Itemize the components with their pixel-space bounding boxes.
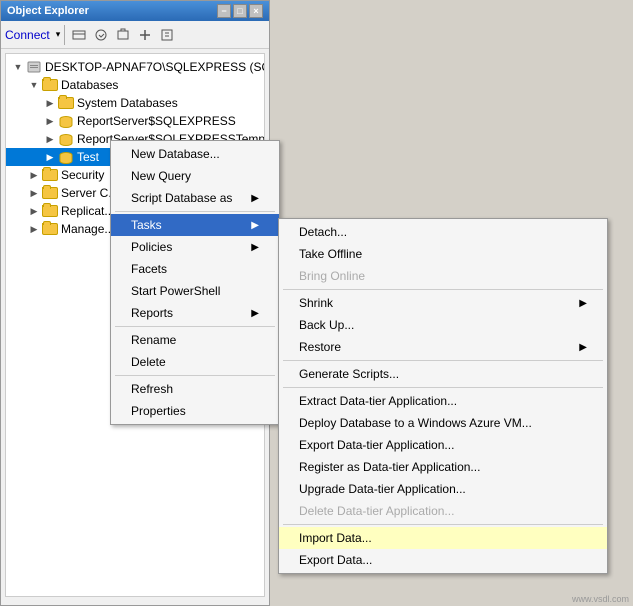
tasks-sep-1 [283,289,603,290]
connect-arrow[interactable]: ▾ [56,29,61,40]
folder-icon-server-c [42,187,58,199]
menu-bring-online[interactable]: Bring Online [279,265,607,287]
menu-generate-scripts[interactable]: Generate Scripts... [279,363,607,385]
primary-context-menu: New Database... New Query Script Databas… [110,140,280,425]
expand-databases-icon: ▼ [26,77,42,93]
tree-root[interactable]: ▼ DESKTOP-APNAF7O\SQLEXPRESS (SQL [6,58,264,76]
tasks-submenu-arrow: ▶ [251,220,259,231]
close-button[interactable]: × [249,4,263,18]
toolbar-btn-5[interactable] [157,25,177,45]
menu-deploy-db-azure[interactable]: Deploy Database to a Windows Azure VM... [279,412,607,434]
shrink-submenu-arrow: ▶ [579,298,587,309]
system-db-label: System Databases [77,96,178,110]
title-bar-buttons: − □ × [217,4,263,18]
expand-security-icon: ▶ [26,167,42,183]
policies-submenu-arrow: ▶ [251,242,259,253]
replication-label: Replicat... [61,204,114,218]
db-icon-2 [58,133,74,146]
menu-new-database[interactable]: New Database... [111,143,279,165]
menu-export-data-tier[interactable]: Export Data-tier Application... [279,434,607,456]
expand-management-icon: ▶ [26,221,42,237]
toolbar-btn-3[interactable] [113,25,133,45]
folder-icon-security [42,169,58,181]
root-label: DESKTOP-APNAF7O\SQLEXPRESS (SQL [45,60,265,74]
toolbar-btn-2[interactable] [91,25,111,45]
tasks-sep-2 [283,360,603,361]
db-icon-test [58,151,74,164]
menu-shrink[interactable]: Shrink ▶ [279,292,607,314]
reportserver-label: ReportServer$SQLEXPRESS [77,114,236,128]
folder-icon-system-db [58,97,74,109]
menu-restore[interactable]: Restore ▶ [279,336,607,358]
databases-label: Databases [61,78,118,92]
watermark: www.vsdl.com [572,594,629,604]
title-bar: Object Explorer − □ × [1,1,269,21]
menu-take-offline[interactable]: Take Offline [279,243,607,265]
expand-replication-icon: ▶ [26,203,42,219]
menu-sep-2 [115,326,275,327]
menu-script-database-as[interactable]: Script Database as ▶ [111,187,279,209]
menu-refresh[interactable]: Refresh [111,378,279,400]
management-label: Manage... [61,222,114,236]
restore-submenu-arrow: ▶ [579,342,587,353]
menu-back-up[interactable]: Back Up... [279,314,607,336]
tasks-sep-4 [283,524,603,525]
menu-reports[interactable]: Reports ▶ [111,302,279,324]
menu-delete[interactable]: Delete [111,351,279,373]
menu-sep-3 [115,375,275,376]
tree-item-reportserver[interactable]: ▶ ReportServer$SQLEXPRESS [6,112,264,130]
minimize-button[interactable]: − [217,4,231,18]
maximize-button[interactable]: □ [233,4,247,18]
folder-icon-databases [42,79,58,91]
menu-import-data[interactable]: Import Data... [279,527,607,549]
expand-test-icon: ▶ [42,149,58,165]
window-title: Object Explorer [7,5,89,17]
expand-rs-temp-icon: ▶ [42,131,58,147]
folder-icon-replication [42,205,58,217]
tasks-context-menu: Detach... Take Offline Bring Online Shri… [278,218,608,574]
menu-tasks[interactable]: Tasks ▶ [111,214,279,236]
script-database-submenu-arrow: ▶ [251,193,259,204]
menu-upgrade-data-tier[interactable]: Upgrade Data-tier Application... [279,478,607,500]
menu-rename[interactable]: Rename [111,329,279,351]
reports-submenu-arrow: ▶ [251,308,259,319]
toolbar-separator-1 [64,25,65,45]
toolbar-btn-1[interactable] [69,25,89,45]
folder-icon-management [42,223,58,235]
expand-reportserver-icon: ▶ [42,113,58,129]
db-icon-1 [58,115,74,128]
menu-new-query[interactable]: New Query [111,165,279,187]
tree-item-databases[interactable]: ▼ Databases [6,76,264,94]
security-label: Security [61,168,104,182]
menu-register-data-tier[interactable]: Register as Data-tier Application... [279,456,607,478]
menu-extract-data-tier[interactable]: Extract Data-tier Application... [279,390,607,412]
test-label: Test [77,150,99,164]
expand-server-c-icon: ▶ [26,185,42,201]
menu-detach[interactable]: Detach... [279,221,607,243]
toolbar: Connect ▾ [1,21,269,49]
server-icon [26,60,42,74]
tasks-sep-3 [283,387,603,388]
menu-policies[interactable]: Policies ▶ [111,236,279,258]
expand-system-db-icon: ▶ [42,95,58,111]
tree-item-system-db[interactable]: ▶ System Databases [6,94,264,112]
menu-delete-data-tier[interactable]: Delete Data-tier Application... [279,500,607,522]
toolbar-btn-4[interactable] [135,25,155,45]
menu-sep-1 [115,211,275,212]
menu-export-data[interactable]: Export Data... [279,549,607,571]
menu-facets[interactable]: Facets [111,258,279,280]
menu-start-powershell[interactable]: Start PowerShell [111,280,279,302]
connect-label[interactable]: Connect [5,28,50,42]
expand-root-icon: ▼ [10,59,26,75]
menu-properties[interactable]: Properties [111,400,279,422]
